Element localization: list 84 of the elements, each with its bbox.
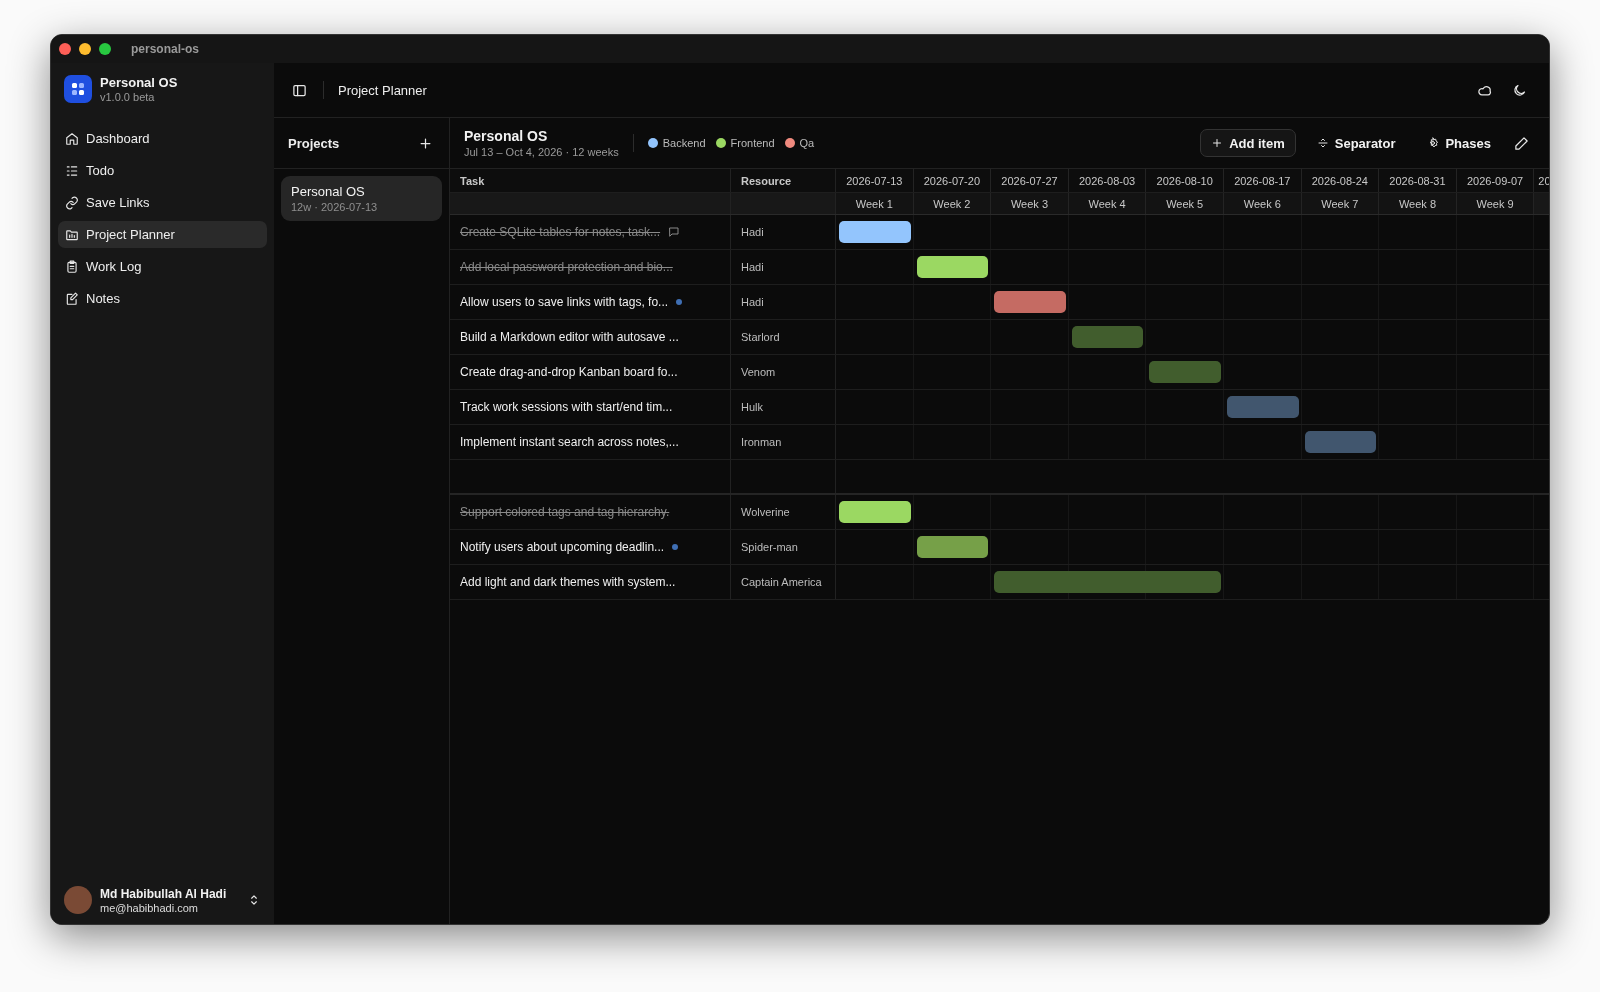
week-label: Week 2 (913, 193, 992, 214)
app-version: v1.0.0 beta (100, 91, 156, 103)
week-label: Week 3 (991, 193, 1069, 214)
task-name[interactable]: Create SQLite tables for notes, task... (460, 225, 661, 239)
sidebar-item[interactable]: Dashboard (58, 125, 267, 152)
gear-icon (1427, 137, 1440, 149)
column-header: 2026-08-03 (1068, 169, 1147, 192)
sidebar-item[interactable]: Todo (58, 157, 267, 184)
sidebar-item[interactable]: Notes (58, 285, 267, 312)
sidebar-item[interactable]: Project Planner (58, 221, 267, 248)
project-name: Personal OS (291, 184, 366, 199)
week-label: Week 9 (1456, 193, 1535, 214)
clipboard-icon (65, 259, 79, 274)
plus-icon (1211, 137, 1224, 149)
week-label: Week 5 (1146, 193, 1224, 214)
resource-name: Hadi (731, 215, 836, 249)
note-icon (65, 291, 79, 306)
column-header: 2026-08-31 (1379, 169, 1457, 192)
close-button[interactable] (59, 43, 71, 55)
task-bar[interactable] (916, 256, 989, 278)
task-name[interactable]: Notify users about upcoming deadlin... (460, 540, 665, 554)
resource-name: Hadi (731, 285, 836, 319)
window-title: personal-os (131, 42, 199, 56)
column-header: 2026-09-07 (1456, 169, 1535, 192)
legend-label: Frontend (730, 137, 775, 149)
sidebar-item[interactable]: Save Links (58, 189, 267, 216)
folder-icon (65, 227, 79, 242)
checklist-icon (65, 163, 79, 178)
resource-name: Hadi (731, 250, 836, 284)
resource-name: Captain America (731, 565, 836, 599)
legend-label: Backend (662, 137, 706, 149)
task-name[interactable]: Support colored tags and tag hierarchy. (460, 505, 670, 519)
moon-icon[interactable] (1512, 82, 1527, 98)
phases-button[interactable]: Phases (1416, 129, 1502, 157)
project-dates: Jul 13 – Oct 4, 2026 · 12 weeks (464, 146, 619, 158)
column-header: 2026-08-24 (1301, 169, 1380, 192)
panel-title: Projects (288, 135, 340, 151)
column-header: Resource (731, 169, 836, 192)
project-meta: 12w · 2026-07-13 (291, 201, 379, 213)
project-title: Personal OS (464, 128, 549, 144)
home-icon (65, 131, 79, 146)
task-name[interactable]: Build a Markdown editor with autosave ... (460, 330, 679, 344)
separator-button[interactable]: Separator (1305, 129, 1407, 157)
column-header: Task (450, 169, 731, 192)
week-label: Week 6 (1223, 193, 1302, 214)
legend-label: Qa (799, 137, 815, 149)
resource-name: Ironman (731, 425, 836, 459)
link-icon (65, 195, 79, 210)
app-name: Personal OS (100, 75, 178, 90)
sidebar-toggle-icon[interactable] (292, 82, 307, 98)
app-logo-icon (64, 75, 92, 103)
week-label: Week 7 (1301, 193, 1380, 214)
resource-name: Starlord (731, 320, 836, 354)
page-title: Project Planner (338, 82, 427, 98)
task-name[interactable]: Add local password protection and bio... (460, 260, 673, 274)
task-name[interactable]: Track work sessions with start/end tim... (460, 400, 673, 414)
resource-name: Hulk (731, 390, 836, 424)
zoom-button[interactable] (99, 43, 111, 55)
pencil-icon[interactable] (1514, 135, 1529, 151)
resource-name: Venom (731, 355, 836, 389)
column-header: 2026-08-10 (1146, 169, 1224, 192)
column-header: 2026-07-20 (913, 169, 992, 192)
sidebar-item[interactable]: Work Log (58, 253, 267, 280)
week-label: Week 1 (836, 193, 914, 214)
resource-name: Wolverine (731, 495, 836, 529)
week-label: Week 4 (1068, 193, 1147, 214)
resource-name: Spider-man (731, 530, 836, 564)
task-name[interactable]: Create drag-and-drop Kanban board fo... (460, 365, 678, 379)
column-header: 2026-07-13 (836, 169, 914, 192)
task-name[interactable]: Add light and dark themes with system... (460, 575, 676, 589)
plus-icon[interactable] (418, 135, 433, 151)
task-name[interactable]: Implement instant search across notes,... (460, 435, 679, 449)
avatar (64, 886, 92, 914)
user-name: Md Habibullah Al Hadi (100, 886, 228, 901)
task-name[interactable]: Allow users to save links with tags, fo... (460, 295, 669, 309)
minimize-button[interactable] (79, 43, 91, 55)
column-header: 2026-07-27 (991, 169, 1069, 192)
split-arrows-icon (1316, 137, 1329, 149)
user-email: me@habibhadi.com (100, 901, 199, 914)
task-bar[interactable] (916, 536, 989, 558)
project-item[interactable]: Personal OS 12w · 2026-07-13 (281, 176, 442, 221)
add-item-button[interactable]: Add item (1200, 129, 1296, 157)
column-header: 2026-08-17 (1223, 169, 1302, 192)
week-label: Week 8 (1379, 193, 1457, 214)
